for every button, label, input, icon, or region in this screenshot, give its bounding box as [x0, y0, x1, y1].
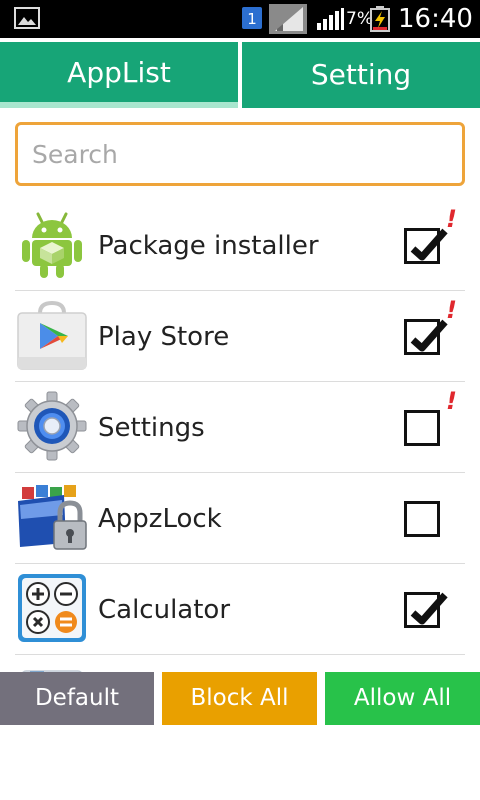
list-item-appzlock[interactable]: AppzLock [0, 473, 480, 564]
check-icon [410, 592, 448, 625]
search-box [15, 122, 465, 186]
tab-applist[interactable]: AppList [0, 42, 238, 108]
bottom-action-bar: Default Block All Allow All [0, 672, 480, 726]
signal-strength-icon [317, 8, 344, 30]
allow-all-button[interactable]: Allow All [325, 672, 480, 725]
tab-bar: AppList Setting [0, 38, 480, 111]
appzlock-icon [18, 485, 87, 550]
check-icon [410, 319, 448, 352]
app-icon-partial [22, 670, 82, 672]
app-name: AppzLock [98, 504, 222, 534]
play-store-icon [17, 300, 87, 370]
app-list: Package installer ! Play Store ! Setting… [0, 200, 480, 672]
block-all-button[interactable]: Block All [162, 672, 317, 725]
tab-setting[interactable]: Setting [242, 42, 480, 108]
android-package-icon [22, 212, 82, 278]
status-bar: 1 7% 16:40 [0, 0, 480, 38]
search-input[interactable] [18, 125, 462, 183]
app-checkbox[interactable] [404, 410, 440, 446]
app-checkbox[interactable] [404, 228, 448, 264]
clock: 16:40 [398, 4, 473, 34]
battery-charging-icon [370, 6, 390, 32]
list-item-package-installer[interactable]: Package installer ! [0, 200, 480, 291]
app-checkbox[interactable] [404, 592, 448, 628]
calculator-icon [18, 574, 86, 642]
signal-sim-icon [269, 4, 307, 34]
list-item-calculator[interactable]: Calculator [0, 564, 480, 655]
app-name: Package installer [98, 231, 319, 261]
check-icon [410, 228, 448, 261]
app-name: Settings [98, 413, 205, 443]
list-item-settings[interactable]: Settings ! [0, 382, 480, 473]
app-name: Play Store [98, 322, 230, 352]
list-item-play-store[interactable]: Play Store ! [0, 291, 480, 382]
app-checkbox[interactable] [404, 501, 440, 537]
app-checkbox[interactable] [404, 319, 448, 355]
sim-slot-icon: 1 [242, 7, 262, 29]
settings-gear-icon [17, 391, 87, 461]
picture-notification-icon [14, 7, 40, 29]
svg-text:1: 1 [247, 10, 257, 28]
battery-percent: 7% [346, 9, 373, 29]
app-name: Calculator [98, 595, 231, 625]
default-button[interactable]: Default [0, 672, 154, 725]
list-item-partial[interactable] [0, 655, 480, 672]
warning-icon: ! [446, 205, 457, 233]
warning-icon: ! [446, 296, 457, 324]
warning-icon: ! [446, 387, 457, 415]
